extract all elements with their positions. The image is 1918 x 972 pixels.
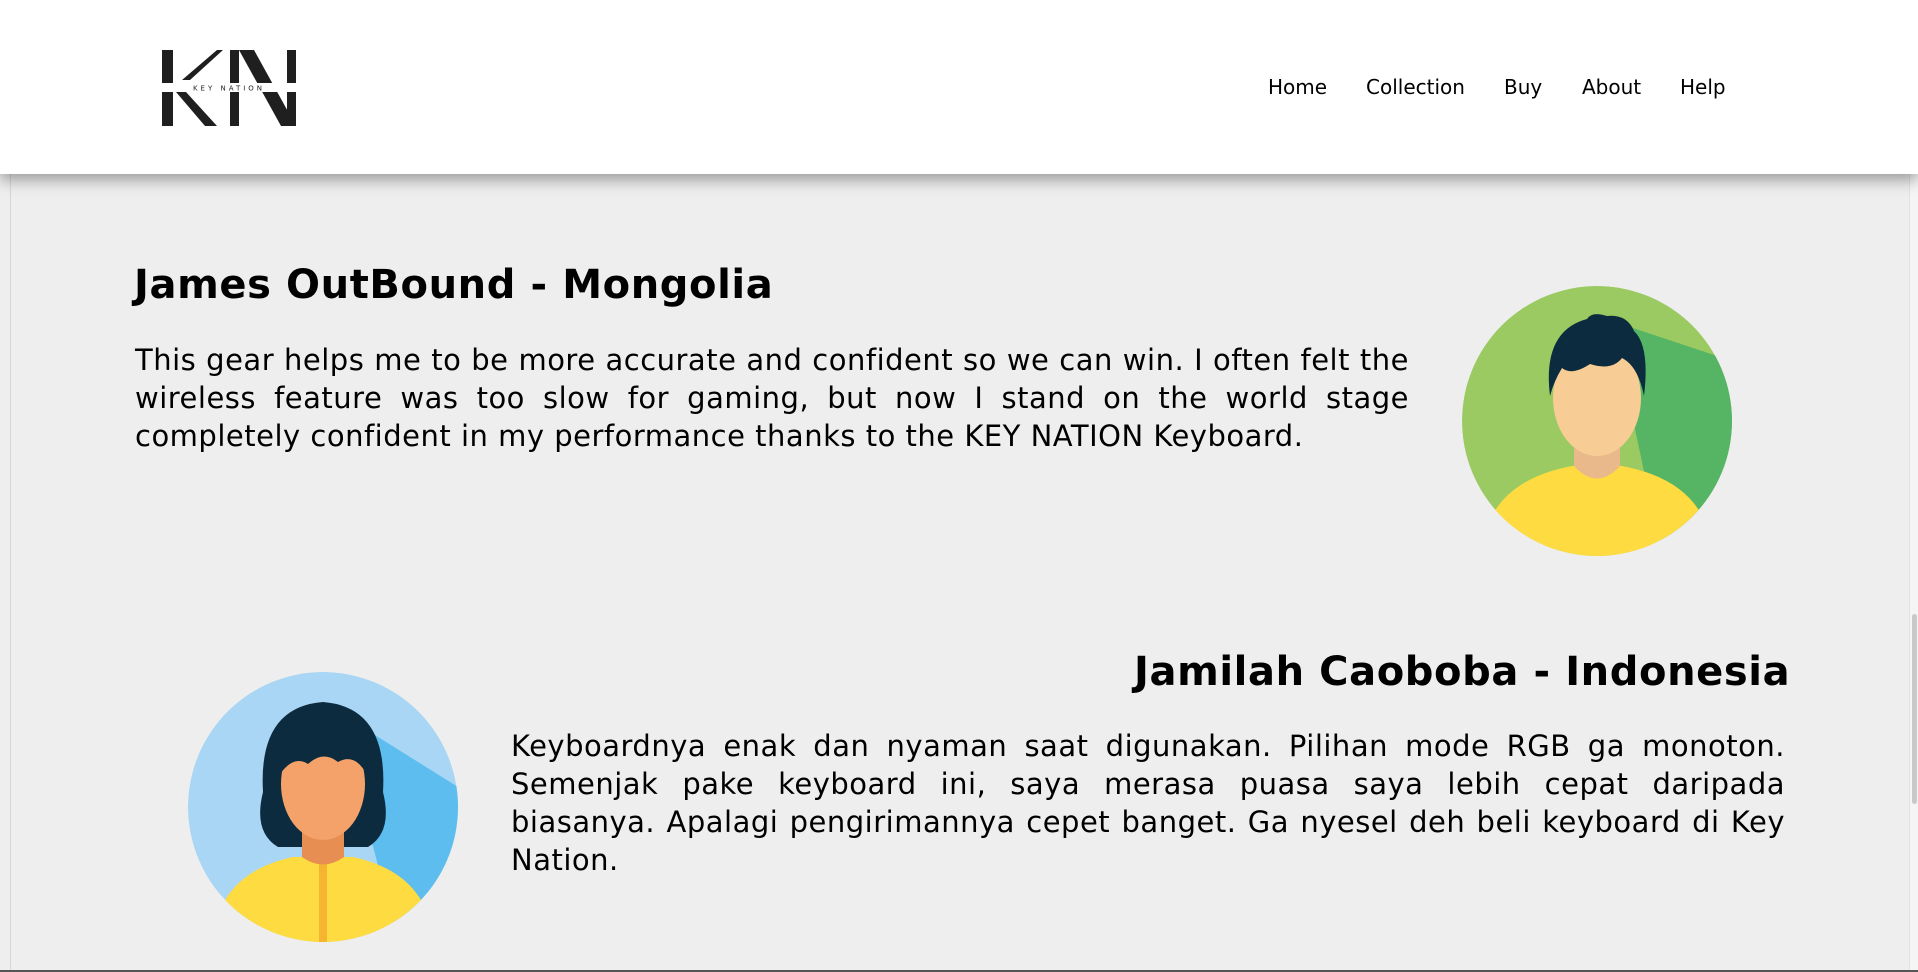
main-nav: Home Collection Buy About Help xyxy=(0,75,1918,105)
scrollbar-thumb[interactable] xyxy=(1912,614,1917,804)
testimonial-name: Jamilah Caoboba - Indonesia xyxy=(1134,649,1791,695)
site-header: KEY NATION Home Collection Buy About Hel… xyxy=(0,0,1918,174)
vertical-scrollbar[interactable] xyxy=(1909,174,1918,972)
nav-collection[interactable]: Collection xyxy=(1366,75,1465,99)
testimonial-name: James OutBound - Mongolia xyxy=(134,262,774,308)
nav-home[interactable]: Home xyxy=(1268,75,1327,99)
testimonial-quote: Keyboardnya enak dan nyaman saat digunak… xyxy=(511,729,1785,877)
male-user-avatar-icon xyxy=(1462,286,1732,556)
nav-buy[interactable]: Buy xyxy=(1504,75,1542,99)
testimonial-quote: This gear helps me to be more accurate a… xyxy=(135,343,1409,453)
female-user-avatar-icon xyxy=(188,672,458,942)
nav-about[interactable]: About xyxy=(1582,75,1641,99)
nav-help[interactable]: Help xyxy=(1680,75,1726,99)
